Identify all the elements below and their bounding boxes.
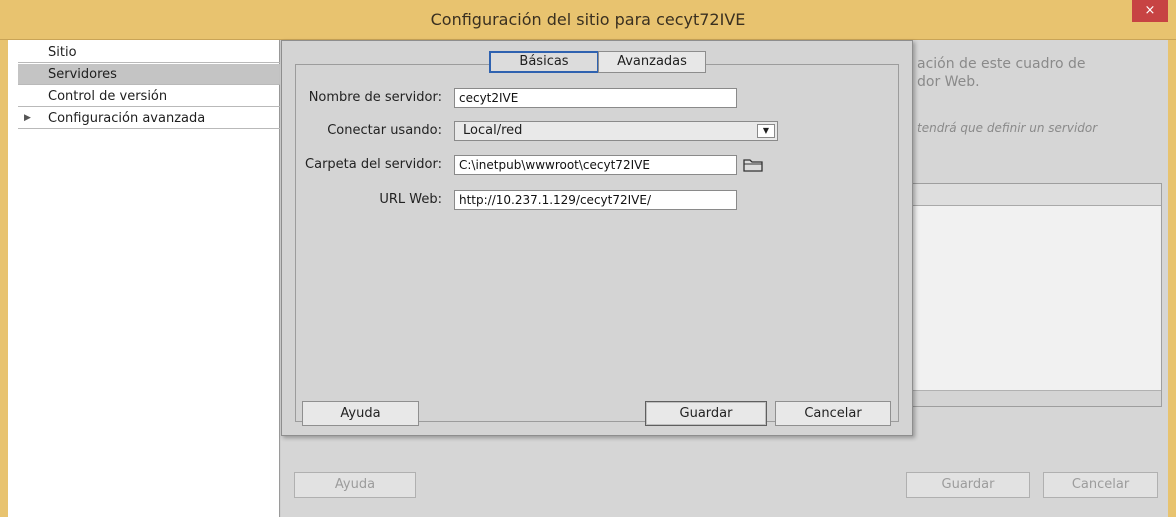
sidebar-item-label: Servidores	[48, 67, 117, 82]
cancel-button[interactable]: Cancelar	[775, 401, 891, 426]
background-italic-note: tendrá que definir un servidor	[917, 121, 1098, 135]
background-description-line1: ación de este cuadro de	[917, 56, 1086, 72]
server-name-label: Nombre de servidor:	[308, 90, 442, 105]
window-frame-right	[1168, 40, 1176, 517]
web-url-label: URL Web:	[379, 192, 442, 207]
background-help-button: Ayuda	[294, 472, 416, 498]
chevron-down-icon[interactable]: ▼	[757, 124, 775, 138]
servers-table-header	[911, 184, 1161, 206]
servers-table-footer	[911, 390, 1161, 406]
servers-table	[910, 183, 1162, 407]
background-save-button: Guardar	[906, 472, 1030, 498]
server-settings-dialog: Básicas Avanzadas Nombre de servidor: ce…	[281, 40, 913, 436]
save-button[interactable]: Guardar	[645, 401, 767, 426]
tab-basicas[interactable]: Básicas	[489, 51, 599, 73]
sidebar-nav: Sitio Servidores Control de versión ▶ Co…	[8, 40, 280, 517]
sidebar-item-label: Control de versión	[48, 89, 168, 104]
sidebar-item-servidores[interactable]: Servidores	[18, 64, 280, 85]
sidebar-item-sitio[interactable]: Sitio	[18, 42, 280, 63]
window-frame-left	[0, 40, 8, 517]
connect-using-value: Local/red	[463, 123, 523, 138]
basic-settings-panel	[295, 64, 899, 422]
sidebar-item-control-version[interactable]: Control de versión	[18, 86, 280, 107]
sidebar-item-label: Configuración avanzada	[48, 111, 206, 126]
server-name-input[interactable]: cecyt2IVE	[454, 88, 737, 108]
tab-avanzadas[interactable]: Avanzadas	[598, 51, 706, 73]
folder-icon[interactable]	[743, 157, 763, 173]
connect-using-label: Conectar usando:	[327, 123, 442, 138]
background-description-line2: dor Web.	[917, 74, 980, 90]
expand-arrow-icon[interactable]: ▶	[24, 108, 31, 129]
close-button[interactable]: ×	[1132, 0, 1168, 22]
sidebar-item-label: Sitio	[48, 45, 77, 60]
web-url-input[interactable]: http://10.237.1.129/cecyt72IVE/	[454, 190, 737, 210]
connect-using-select[interactable]: Local/red ▼	[454, 121, 778, 141]
background-cancel-button: Cancelar	[1043, 472, 1158, 498]
sidebar-item-configuracion-avanzada[interactable]: ▶ Configuración avanzada	[18, 108, 280, 129]
server-folder-label: Carpeta del servidor:	[305, 157, 442, 172]
server-folder-input[interactable]: C:\inetpub\wwwroot\cecyt72IVE	[454, 155, 737, 175]
help-button[interactable]: Ayuda	[302, 401, 419, 426]
window-title: Configuración del sitio para cecyt72IVE	[430, 10, 746, 29]
